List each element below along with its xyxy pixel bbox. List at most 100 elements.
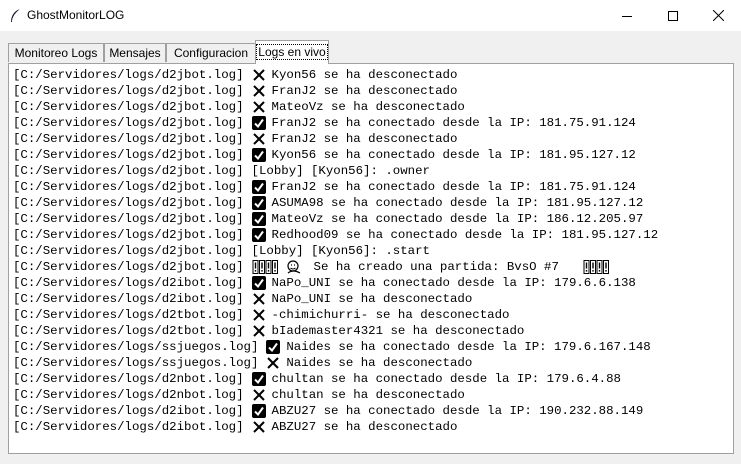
check-icon (251, 116, 266, 130)
live-log-textbox[interactable]: [C:/Servidores/logs/d2jbot.log] Kyon56 se… (13, 67, 725, 447)
status-symbol (252, 308, 266, 322)
log-message: MateoVz se ha desconectado (271, 100, 465, 114)
status-symbol (251, 196, 266, 210)
log-source: [C:/Servidores/logs/d2tbot.log] (13, 324, 244, 338)
tab-label: Mensajes (109, 46, 161, 60)
log-message: FranJ2 se ha desconectado (271, 132, 458, 146)
status-symbol (252, 420, 266, 434)
log-source: [C:/Servidores/logs/d2nbot.log] (13, 372, 244, 386)
log-line: [C:/Servidores/logs/d2jbot.log] ASUMA98 s… (13, 195, 725, 211)
log-message: FranJ2 se ha conectado desde la IP: 181.… (271, 116, 636, 130)
status-symbol (251, 148, 266, 162)
cross-icon (252, 421, 265, 433)
log-line: [C:/Servidores/logs/d2tbot.log] bIademast… (13, 323, 725, 339)
cross-icon (252, 69, 265, 81)
log-source: [C:/Servidores/logs/d2jbot.log] (13, 180, 244, 194)
game-created-icon (286, 260, 300, 274)
log-message: Kyon56 se ha conectado desde la IP: 181.… (271, 148, 636, 162)
log-source: [C:/Servidores/logs/d2jbot.log] (13, 212, 244, 226)
log-message: MateoVz se ha conectado desde la IP: 186… (271, 212, 644, 226)
minimize-button[interactable] (604, 0, 650, 31)
maximize-button[interactable] (650, 0, 696, 31)
cross-icon (252, 389, 265, 401)
live-logs-panel: [C:/Servidores/logs/d2jbot.log] Kyon56 se… (8, 63, 734, 454)
check-icon (251, 212, 266, 226)
log-line: [C:/Servidores/logs/d2jbot.log] Se ha cre… (13, 259, 725, 275)
tab-label: Monitoreo Logs (14, 46, 98, 60)
log-source: [C:/Servidores/logs/d2ibot.log] (13, 276, 244, 290)
log-line: [C:/Servidores/logs/d2tbot.log] -chimichu… (13, 307, 725, 323)
log-source: [C:/Servidores/logs/d2nbot.log] (13, 388, 244, 402)
minimize-icon (622, 15, 632, 17)
check-icon (266, 340, 281, 354)
log-message: FranJ2 se ha desconectado (271, 84, 458, 98)
log-line: [C:/Servidores/logs/d2jbot.log] FranJ2 se… (13, 115, 725, 131)
log-source: [C:/Servidores/logs/d2jbot.log] (13, 148, 244, 162)
feather-app-icon (11, 8, 21, 22)
log-message: FranJ2 se ha conectado desde la IP: 181.… (271, 180, 636, 194)
status-symbol (251, 180, 266, 194)
log-line: [C:/Servidores/logs/d2jbot.log] FranJ2 se… (13, 179, 725, 195)
status-symbol (251, 116, 266, 130)
close-button[interactable] (695, 0, 741, 31)
log-message: -chimichurri- se ha desconectado (271, 308, 510, 322)
log-line: [C:/Servidores/logs/ssjuegos.log] Naides … (13, 339, 725, 355)
log-message: NaPo_UNI se ha conectado desde la IP: 17… (271, 276, 636, 290)
status-symbol (252, 388, 266, 402)
cross-icon (252, 133, 265, 145)
log-source: [C:/Servidores/logs/d2tbot.log] (13, 308, 244, 322)
log-source: [C:/Servidores/logs/d2jbot.log] (13, 196, 244, 210)
log-message: chultan se ha desconectado (271, 388, 465, 402)
log-source: [C:/Servidores/logs/ssjuegos.log] (13, 340, 259, 354)
check-icon (251, 228, 266, 242)
status-symbol (251, 404, 266, 418)
log-line: [C:/Servidores/logs/d2jbot.log] MateoVz s… (13, 99, 725, 115)
status-symbol (252, 292, 266, 306)
log-line: [C:/Servidores/logs/d2ibot.log] NaPo_UNI … (13, 291, 725, 307)
tab-mensajes[interactable]: Mensajes (104, 43, 166, 62)
cross-icon (252, 325, 265, 337)
status-symbol (251, 228, 266, 242)
log-line: [C:/Servidores/logs/d2ibot.log] ABZU27 se… (13, 403, 725, 419)
log-message: [Lobby] [Kyon56]: .owner (251, 164, 430, 178)
tab-configuracion[interactable]: Configuracion (166, 43, 256, 62)
check-icon (251, 276, 266, 290)
log-message: chultan se ha conectado desde la IP: 179… (271, 372, 621, 386)
status-symbol (266, 340, 281, 354)
tab-label: Configuracion (173, 46, 249, 60)
log-source: [C:/Servidores/logs/d2ibot.log] (13, 292, 244, 306)
log-line: [C:/Servidores/logs/d2jbot.log] [Lobby] [… (13, 163, 725, 179)
status-symbol (252, 84, 266, 98)
alert-icon (583, 260, 609, 274)
log-line: [C:/Servidores/logs/d2jbot.log] Kyon56 se… (13, 147, 725, 163)
log-message: ASUMA98 se ha conectado desde la IP: 181… (271, 196, 644, 210)
status-symbol (252, 132, 266, 146)
log-source: [C:/Servidores/logs/d2jbot.log] (13, 68, 244, 82)
log-source: [C:/Servidores/logs/d2ibot.log] (13, 420, 244, 434)
log-line: [C:/Servidores/logs/d2jbot.log] MateoVz s… (13, 211, 725, 227)
check-icon (251, 196, 266, 210)
title-bar: GhostMonitorLOG (0, 0, 741, 31)
log-source: [C:/Servidores/logs/d2jbot.log] (13, 244, 244, 258)
log-line: [C:/Servidores/logs/d2jbot.log] [Lobby] [… (13, 243, 725, 259)
log-message: [Lobby] [Kyon56]: .start (251, 244, 430, 258)
log-line: [C:/Servidores/logs/d2ibot.log] ABZU27 se… (13, 419, 725, 435)
cross-icon (267, 357, 280, 369)
tab-logs-en-vivo[interactable]: Logs en vivo (255, 40, 329, 64)
log-source: [C:/Servidores/logs/d2jbot.log] (13, 228, 244, 242)
status-symbol (252, 100, 266, 114)
log-message: Naides se ha conectado desde la IP: 179.… (286, 340, 651, 354)
log-message: Se ha creado una partida: BvsO #7 (313, 260, 559, 274)
log-source: [C:/Servidores/logs/d2jbot.log] (13, 164, 244, 178)
log-source: [C:/Servidores/logs/d2jbot.log] (13, 84, 244, 98)
tab-label: Logs en vivo (256, 44, 328, 60)
log-source: [C:/Servidores/logs/d2jbot.log] (13, 132, 244, 146)
log-line: [C:/Servidores/logs/d2ibot.log] NaPo_UNI … (13, 275, 725, 291)
tab-monitoreo-logs[interactable]: Monitoreo Logs (8, 43, 104, 62)
window-title: GhostMonitorLOG (27, 8, 125, 22)
check-icon (251, 148, 266, 162)
log-line: [C:/Servidores/logs/d2jbot.log] FranJ2 se… (13, 83, 725, 99)
log-message: Redhood09 se ha conectado desde la IP: 1… (271, 228, 659, 242)
check-icon (251, 404, 266, 418)
status-symbol (266, 356, 280, 370)
